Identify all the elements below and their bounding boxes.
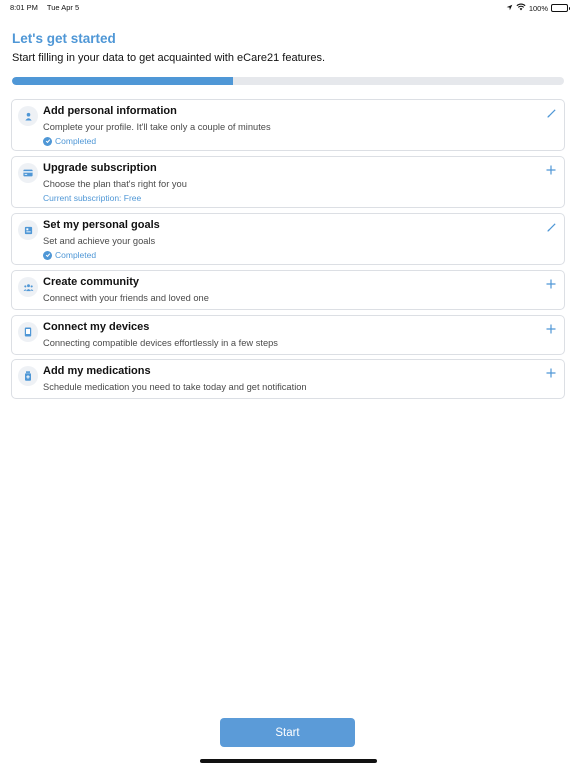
card-title: Connect my devices bbox=[43, 321, 150, 333]
card-description: Complete your profile. It'll take only a… bbox=[43, 122, 271, 132]
card-upgrade-subscription[interactable]: Upgrade subscription Choose the plan tha… bbox=[11, 156, 565, 208]
community-icon bbox=[18, 277, 38, 297]
medication-icon bbox=[18, 366, 38, 386]
status-time: 8:01 PM bbox=[10, 3, 38, 12]
onboarding-progress-bar bbox=[12, 77, 564, 85]
card-description: Set and achieve your goals bbox=[43, 236, 156, 246]
battery-icon bbox=[551, 4, 570, 12]
card-status: Current subscription: Free bbox=[43, 193, 141, 203]
edit-icon[interactable] bbox=[544, 220, 558, 234]
card-status: Completed bbox=[43, 136, 96, 146]
edit-icon[interactable] bbox=[544, 106, 558, 120]
card-set-personal-goals[interactable]: Set my personal goals Set and achieve yo… bbox=[11, 213, 565, 265]
card-connect-devices[interactable]: Connect my devices Connecting compatible… bbox=[11, 315, 565, 355]
status-bar: 8:01 PM Tue Apr 5 100% bbox=[0, 0, 576, 14]
card-description: Choose the plan that's right for you bbox=[43, 179, 187, 189]
device-icon bbox=[18, 322, 38, 342]
credit-card-icon bbox=[18, 163, 38, 183]
card-add-medications[interactable]: Add my medications Schedule medication y… bbox=[11, 359, 565, 399]
card-description: Schedule medication you need to take tod… bbox=[43, 382, 307, 392]
home-indicator[interactable] bbox=[200, 759, 377, 763]
add-icon[interactable] bbox=[544, 163, 558, 177]
card-description: Connecting compatible devices effortless… bbox=[43, 338, 278, 348]
status-text: Completed bbox=[55, 250, 97, 260]
card-title: Set my personal goals bbox=[43, 219, 160, 231]
card-description: Connect with your friends and loved one bbox=[43, 293, 209, 303]
check-circle-icon bbox=[43, 136, 52, 146]
card-title: Create community bbox=[43, 276, 139, 288]
page-title: Let's get started bbox=[12, 31, 116, 46]
card-create-community[interactable]: Create community Connect with your frien… bbox=[11, 270, 565, 310]
goals-icon bbox=[18, 220, 38, 240]
add-icon[interactable] bbox=[544, 322, 558, 336]
check-circle-icon bbox=[43, 250, 52, 260]
subscription-text: Current subscription: Free bbox=[43, 193, 142, 203]
card-add-personal-information[interactable]: Add personal information Complete your p… bbox=[11, 99, 565, 151]
status-date: Tue Apr 5 bbox=[46, 3, 80, 12]
progress-fill bbox=[12, 77, 233, 85]
card-status: Completed bbox=[43, 250, 96, 260]
battery-percentage: 100% bbox=[528, 3, 548, 13]
card-title: Add personal information bbox=[43, 105, 177, 117]
card-title: Upgrade subscription bbox=[43, 162, 157, 174]
page-subtitle: Start filling in your data to get acquai… bbox=[12, 52, 326, 64]
add-icon[interactable] bbox=[544, 277, 558, 291]
card-title: Add my medications bbox=[43, 365, 151, 377]
person-icon bbox=[18, 106, 38, 126]
wifi-icon bbox=[516, 3, 526, 13]
location-icon bbox=[506, 4, 513, 13]
start-button[interactable]: Start bbox=[220, 718, 355, 747]
add-icon[interactable] bbox=[544, 366, 558, 380]
status-text: Completed bbox=[55, 136, 97, 146]
